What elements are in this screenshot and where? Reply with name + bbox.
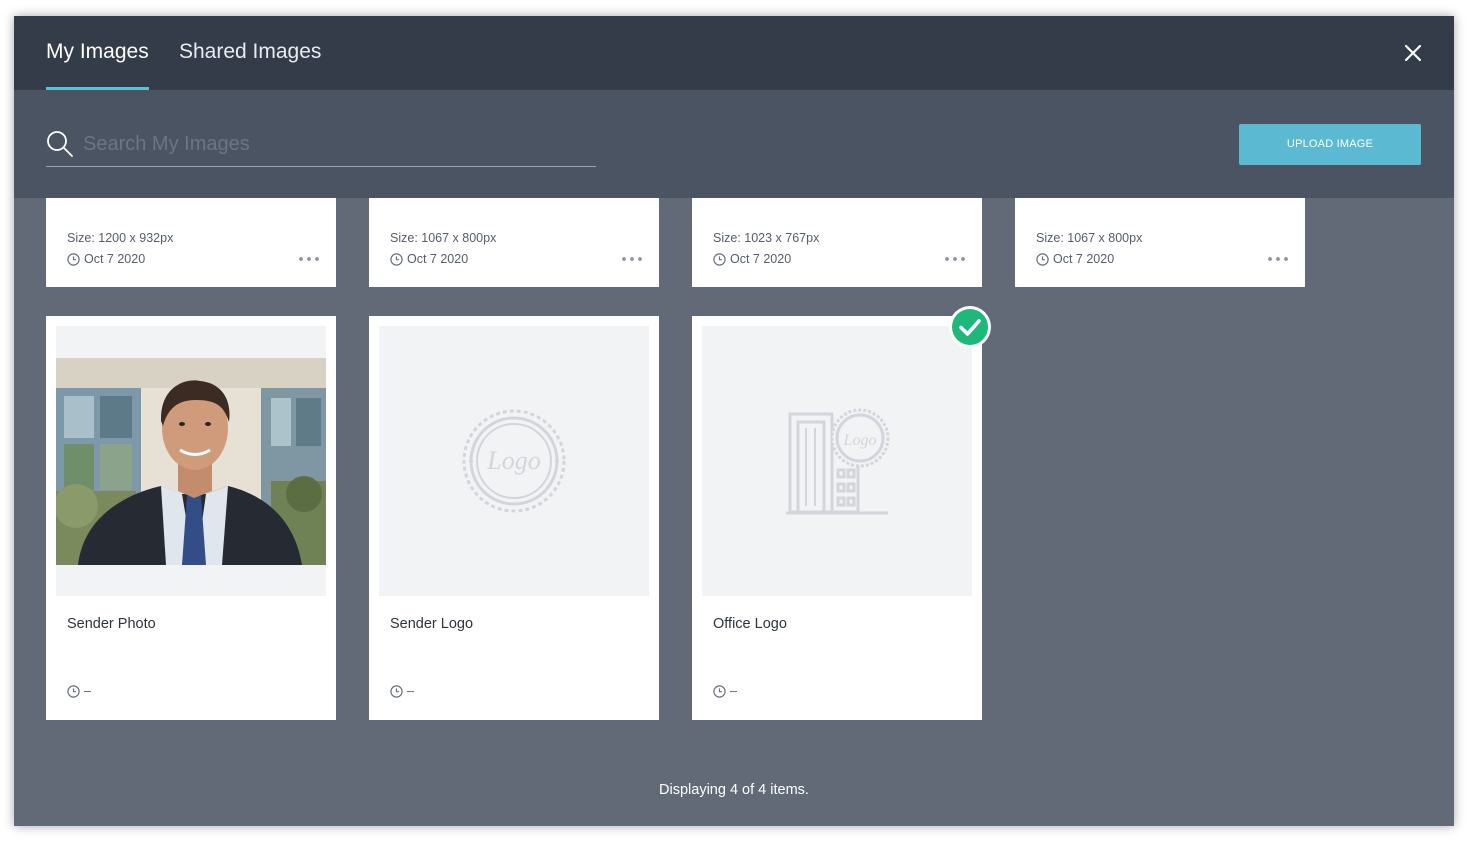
clock-icon [713,253,726,266]
search-icon [47,131,73,157]
image-card[interactable]: Size: 1067 x 800px Oct 7 2020 [369,198,659,287]
clock-icon [713,685,726,698]
image-thumbnail [56,326,326,596]
more-options-icon[interactable] [944,255,966,263]
more-options-icon[interactable] [298,255,320,263]
upload-image-button[interactable]: UPLOAD IMAGE [1239,124,1421,165]
tab-my-images-label: My Images [46,40,149,63]
image-date: Oct 7 2020 [730,252,792,266]
logo-seal-text: Logo [843,432,877,449]
clock-icon [67,253,80,266]
image-size: Size: 1067 x 800px [1036,231,1143,245]
logo-seal-text: Logo [486,446,540,475]
image-size: Size: 1200 x 932px [67,231,174,245]
toolbar: UPLOAD IMAGE [14,90,1454,198]
logo-seal-icon: Logo [462,409,566,513]
image-card[interactable]: Size: 1067 x 800px Oct 7 2020 [1015,198,1305,287]
tab-shared-images[interactable]: Shared Images [179,16,321,90]
image-card-sender-logo[interactable]: Logo Sender Logo – [369,316,659,720]
clock-icon [67,685,80,698]
search-bar [46,128,596,167]
image-thumbnail: Logo [702,326,972,596]
tab-my-images[interactable]: My Images [46,16,149,90]
image-date: – [730,684,737,698]
clock-icon [390,685,403,698]
image-size: Size: 1023 x 767px [713,231,820,245]
image-date: Oct 7 2020 [407,252,469,266]
close-icon [1404,44,1422,62]
items-count-text: Displaying 4 of 4 items. [659,782,809,798]
image-title: Sender Photo [67,616,156,632]
portrait-photo [56,326,326,596]
selected-check-icon [949,306,991,348]
image-date: Oct 7 2020 [84,252,146,266]
image-card-sender-photo[interactable]: Sender Photo – [46,316,336,720]
office-building-logo-icon: Logo [786,408,890,515]
image-title: Sender Logo [390,616,474,632]
image-library-modal: My Images Shared Images UPLOAD IMAGE Siz… [14,16,1454,826]
image-title: Office Logo [713,616,787,632]
image-thumbnail: Logo [379,326,649,596]
image-date: – [407,684,414,698]
image-card[interactable]: Size: 1200 x 932px Oct 7 2020 [46,198,336,287]
close-button[interactable] [1399,39,1427,67]
clock-icon [1036,253,1049,266]
image-size: Size: 1067 x 800px [390,231,497,245]
more-options-icon[interactable] [621,255,643,263]
image-grid: Size: 1200 x 932px Oct 7 2020 Size: 1067… [14,198,1454,826]
modal-header: My Images Shared Images [14,16,1454,90]
search-input[interactable] [83,128,583,160]
tab-shared-images-label: Shared Images [179,40,322,63]
image-card[interactable]: Size: 1023 x 767px Oct 7 2020 [692,198,982,287]
clock-icon [390,253,403,266]
image-date: Oct 7 2020 [1053,252,1115,266]
image-card-office-logo[interactable]: Logo Office Logo – [692,316,982,720]
more-options-icon[interactable] [1267,255,1289,263]
image-date: – [84,684,91,698]
